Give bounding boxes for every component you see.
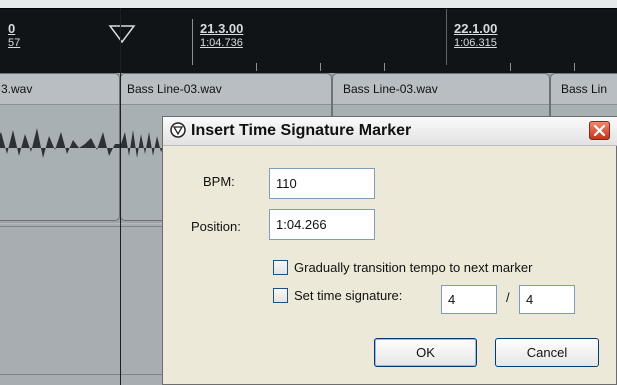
set-time-signature-label[interactable]: Set time signature: [294, 288, 402, 303]
cancel-button[interactable]: Cancel [495, 338, 599, 367]
ruler-tick [320, 63, 321, 71]
media-item-name: 3.wav [1, 82, 33, 96]
ruler-marker-time: 1:06.315 [454, 37, 497, 49]
position-input[interactable]: 1:04.266 [269, 209, 375, 240]
arrange-view: 0 57 21.3.00 1:04.736 22.1.00 1:06.315 3… [0, 0, 617, 385]
edit-cursor-line [120, 8, 121, 385]
media-item-name: Bass Line-03.wav [127, 82, 222, 96]
media-item-name: Bass Line-03.wav [343, 82, 438, 96]
dialog-titlebar[interactable]: Insert Time Signature Marker [163, 117, 617, 146]
time-signature-denominator-input[interactable]: 4 [519, 285, 575, 314]
track-header-strip [0, 0, 617, 8]
ruler-marker-bar: 22.1.00 [454, 21, 498, 36]
ruler-marker-line [446, 9, 447, 65]
position-label: Position: [191, 219, 241, 234]
ruler-tick [256, 63, 257, 71]
dialog-title: Insert Time Signature Marker [191, 122, 412, 139]
playhead-triangle-icon[interactable] [108, 24, 136, 44]
media-item[interactable]: 3.wav [0, 73, 121, 221]
bpm-input[interactable]: 110 [269, 168, 375, 199]
ruler-tick [510, 63, 511, 71]
ruler-time-label: 57 [8, 37, 21, 49]
ruler-marker-bar: 21.3.00 [200, 21, 244, 36]
close-button[interactable] [589, 121, 610, 140]
waveform [0, 128, 121, 158]
time-signature-numerator-input[interactable]: 4 [441, 285, 497, 314]
ruler-tick [574, 63, 575, 71]
ruler-bar-label: 0 [8, 21, 16, 36]
ruler-marker-line [192, 19, 193, 65]
bpm-label: BPM: [203, 174, 235, 189]
ruler-tick [384, 63, 385, 71]
gradual-transition-label[interactable]: Gradually transition tempo to next marke… [294, 260, 532, 275]
media-item-name: Bass Lin [561, 82, 608, 96]
gradual-transition-checkbox[interactable] [273, 260, 288, 275]
insert-time-signature-dialog: Insert Time Signature Marker BPM: 110 Po… [162, 116, 617, 385]
ok-button[interactable]: OK [374, 338, 477, 367]
close-icon [593, 124, 606, 137]
time-signature-separator: / [506, 290, 510, 305]
set-time-signature-checkbox[interactable] [273, 288, 288, 303]
ruler-marker-time: 1:04.736 [200, 37, 243, 49]
reaper-logo-icon [170, 122, 186, 138]
timeline-ruler[interactable]: 0 57 21.3.00 1:04.736 22.1.00 1:06.315 [0, 8, 617, 73]
